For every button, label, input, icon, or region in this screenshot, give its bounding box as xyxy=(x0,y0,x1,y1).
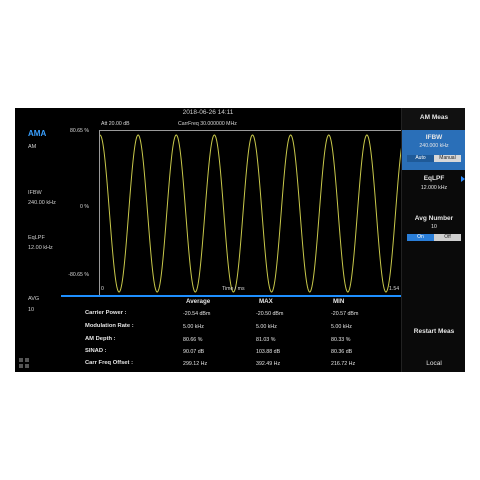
softkey-avg-number[interactable]: Avg Number 10 On Off xyxy=(402,208,465,245)
waveform-svg xyxy=(100,134,405,293)
toggle-on[interactable]: On xyxy=(407,234,434,241)
toggle-off[interactable]: Off xyxy=(434,234,461,241)
y-axis-mid-label: 0 % xyxy=(80,204,89,210)
column-header-average: Average xyxy=(186,298,211,305)
restart-meas-label: Restart Meas xyxy=(413,328,455,335)
cell-average: 5.00 kHz xyxy=(183,324,204,330)
cell-min: 80.36 dB xyxy=(331,349,353,355)
cell-average: -20.54 dBm xyxy=(183,311,211,317)
softkey-eqlpf-title: EqLPF xyxy=(423,175,445,182)
softkey-local[interactable]: Local xyxy=(402,356,465,372)
row-label: SINAD : xyxy=(85,348,107,354)
attenuation-label: Att 20.00 dB xyxy=(101,121,130,127)
cell-max: 5.00 kHz xyxy=(256,324,277,330)
menu-title-key: AM Meas xyxy=(402,108,465,131)
x-axis-start-label: 0 xyxy=(101,286,104,292)
cell-max: -20.50 dBm xyxy=(256,311,284,317)
softkey-empty-1[interactable] xyxy=(402,244,465,277)
cell-max: 103.88 dB xyxy=(256,349,281,355)
softkey-avg-value: 10 xyxy=(431,224,437,230)
avg-on-off-toggle[interactable]: On Off xyxy=(407,234,461,241)
cell-min: 5.00 kHz xyxy=(331,324,352,330)
top-bar: 2018-06-26 14:11 xyxy=(15,108,401,118)
app-grid-icon[interactable] xyxy=(18,356,30,368)
local-label: Local xyxy=(426,360,442,367)
results-table: Average MAX MIN Carrier Power : -20.54 d… xyxy=(15,297,401,372)
softkey-ifbw[interactable]: IFBW 240.000 kHz Auto Manual xyxy=(402,130,465,171)
cell-average: 90.07 dB xyxy=(183,349,205,355)
cell-average: 80.66 % xyxy=(183,337,203,343)
ifbw-value: 240.00 kHz xyxy=(28,200,56,206)
waveform-trace xyxy=(100,134,405,293)
eqlpf-value: 12.00 kHz xyxy=(28,245,53,251)
row-label: Carr Freq Offset : xyxy=(85,360,133,366)
ifbw-label: IFBW xyxy=(28,190,42,196)
toggle-manual[interactable]: Manual xyxy=(434,155,461,162)
eqlpf-label: EqLPF xyxy=(28,235,45,241)
cell-max: 392.49 Hz xyxy=(256,361,281,367)
chevron-right-icon xyxy=(461,176,465,182)
softkey-ifbw-title: IFBW xyxy=(425,134,443,141)
cell-min: 216.72 Hz xyxy=(331,361,356,367)
softkey-ifbw-value: 240.000 kHz xyxy=(419,143,449,149)
softkey-restart-meas[interactable]: Restart Meas xyxy=(402,308,465,357)
softkey-eqlpf[interactable]: EqLPF 12.000 kHz xyxy=(402,170,465,209)
softkey-panel: AM Meas IFBW 240.000 kHz Auto Manual EqL… xyxy=(401,108,465,372)
softkey-empty-2[interactable] xyxy=(402,276,465,309)
softkey-eqlpf-value: 12.000 kHz xyxy=(420,185,448,191)
row-label: Carrier Power : xyxy=(85,310,127,316)
datetime: 2018-06-26 14:11 xyxy=(182,109,234,116)
cell-max: 81.03 % xyxy=(256,337,276,343)
softkey-avg-title: Avg Number xyxy=(414,215,454,222)
mode-title: AMA xyxy=(28,129,47,138)
row-label: AM Depth : xyxy=(85,336,116,342)
y-axis-top-label: 80.65 % xyxy=(69,128,89,134)
column-header-max: MAX xyxy=(259,298,273,305)
menu-title: AM Meas xyxy=(419,114,449,121)
cell-min: 80.33 % xyxy=(331,337,351,343)
x-axis-title: Time / ms xyxy=(222,286,245,292)
toggle-auto[interactable]: Auto xyxy=(407,155,434,162)
column-header-min: MIN xyxy=(333,298,345,305)
ifbw-auto-manual-toggle[interactable]: Auto Manual xyxy=(407,155,461,162)
carrier-frequency-label: CarrFreq 30.000000 MHz xyxy=(178,121,237,127)
x-axis-end-label: 1.54 xyxy=(389,286,400,292)
row-label: Modulation Rate : xyxy=(85,323,134,329)
y-axis-bottom-label: -80.65 % xyxy=(68,272,89,278)
waveform-plot xyxy=(99,130,406,297)
analyzer-screen: 2018-06-26 14:11 Att 20.00 dB CarrFreq 3… xyxy=(15,108,465,372)
mode-subtitle: AM xyxy=(28,144,37,150)
cell-average: 299.12 Hz xyxy=(183,361,208,367)
cell-min: -20.57 dBm xyxy=(331,311,359,317)
